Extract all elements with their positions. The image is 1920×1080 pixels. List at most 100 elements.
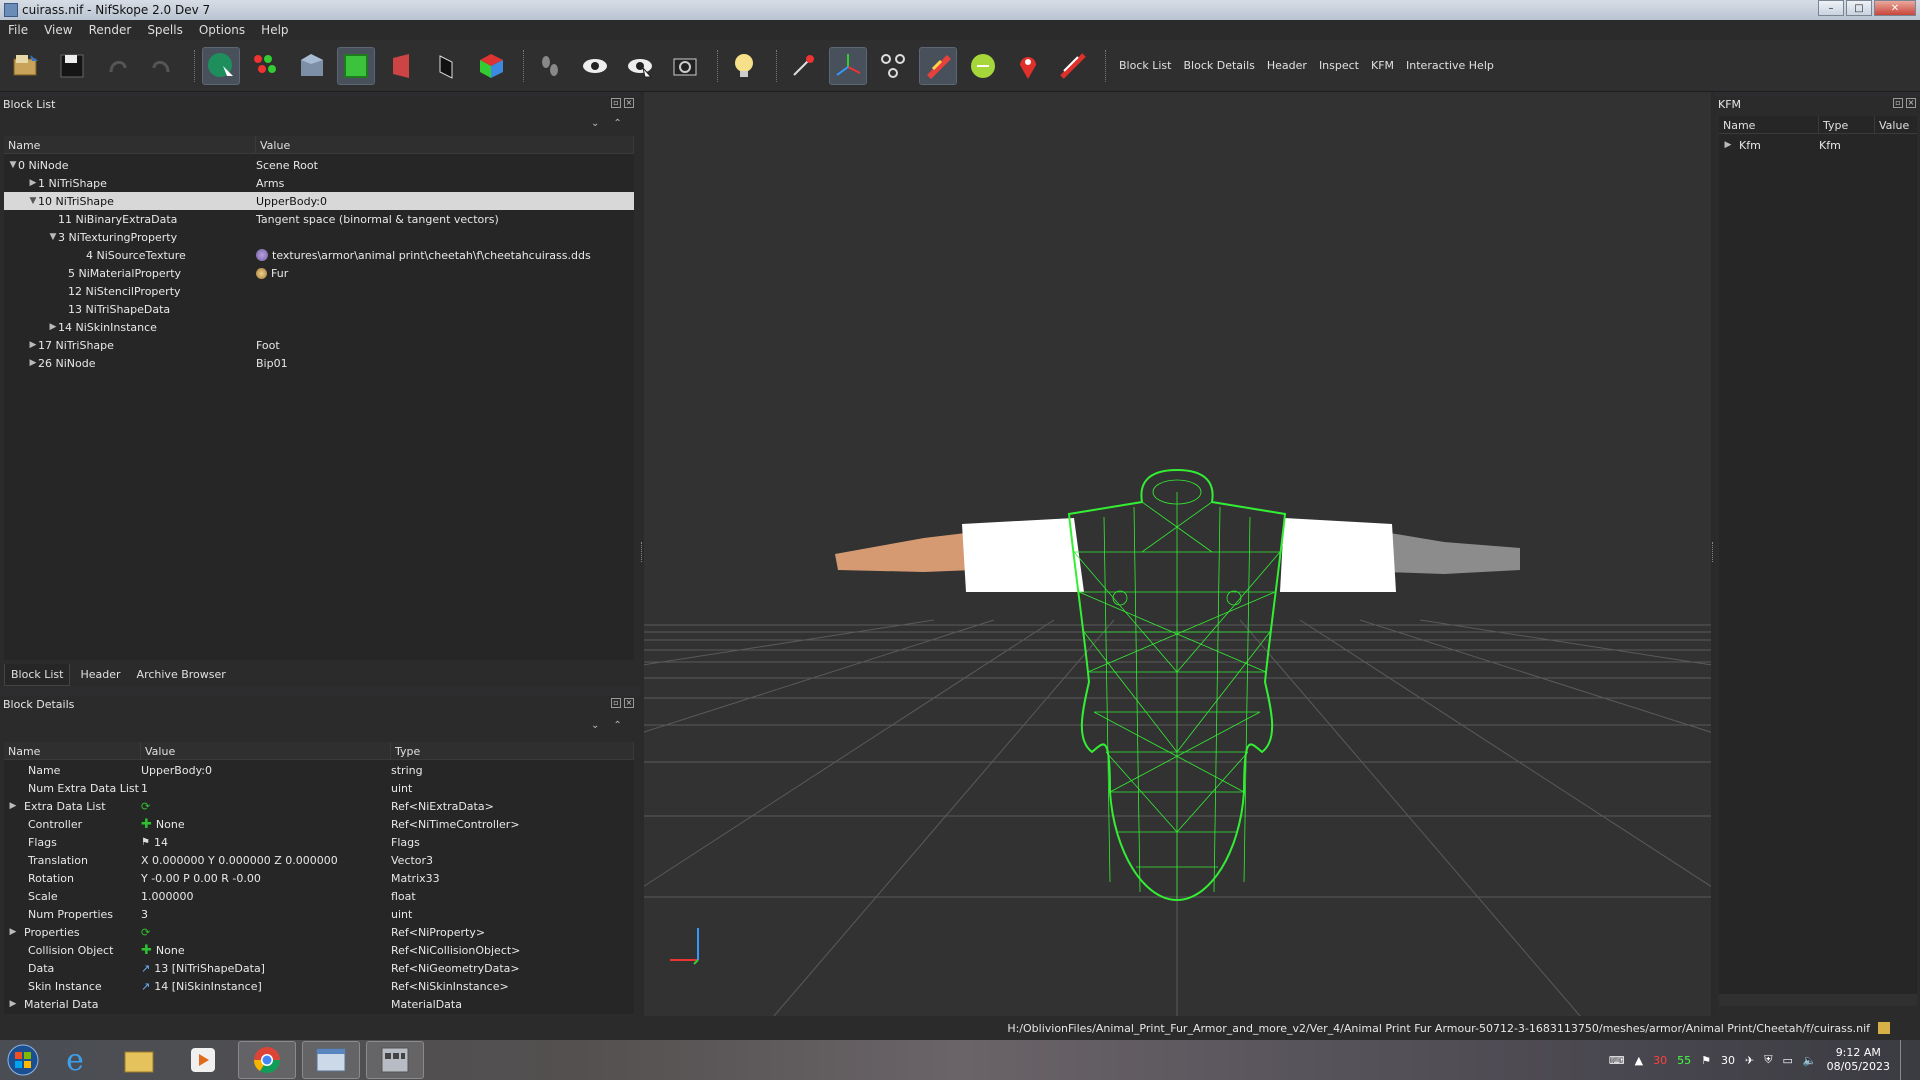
close-icon[interactable]: × <box>1906 98 1916 108</box>
constraints-icon[interactable] <box>919 46 957 85</box>
float-icon[interactable]: ▫ <box>1893 98 1903 108</box>
view-walk-icon[interactable] <box>427 47 465 85</box>
splitter-grip[interactable] <box>641 542 643 562</box>
column-value[interactable]: Value <box>256 136 634 154</box>
kfm-row[interactable]: ▶ Kfm Kfm <box>1719 136 1917 154</box>
expand-arrow-icon[interactable]: ▶ <box>8 801 18 811</box>
field-value[interactable]: Y -0.00 P 0.00 R -0.00 <box>141 872 261 885</box>
expand-arrow-icon[interactable]: ▶ <box>28 178 38 188</box>
column-name[interactable]: Name <box>4 136 256 154</box>
expand-arrow-icon[interactable]: ▶ <box>1723 140 1733 150</box>
detail-row[interactable]: ▶ Properties ⟳ Ref<NiProperty> <box>4 923 634 941</box>
column-type[interactable]: Type <box>1819 116 1875 134</box>
detail-row[interactable]: Data ↗ 13 [NiTriShapeData] Ref<NiGeometry… <box>4 959 634 977</box>
detail-row[interactable]: ▶ Material Data MaterialData <box>4 995 634 1013</box>
toolbar-kfm[interactable]: KFM <box>1365 59 1400 72</box>
expand-arrow-icon[interactable]: ▶ <box>8 927 18 937</box>
footprints-icon[interactable] <box>531 47 569 85</box>
toolbar-interactive-help[interactable]: Interactive Help <box>1400 59 1500 72</box>
detail-row[interactable]: Num Properties 3 uint <box>4 905 634 923</box>
expand-all-icon[interactable]: ⌃ <box>613 720 621 731</box>
collapse-all-icon[interactable]: ⌄ <box>591 720 599 731</box>
tree-row[interactable]: ▶ 1 NiTriShape Arms <box>4 174 634 192</box>
column-value[interactable]: Value <box>141 742 391 760</box>
field-value[interactable]: 3 <box>141 908 148 921</box>
expand-arrow-icon[interactable]: ▼ <box>8 160 18 170</box>
field-value[interactable]: 13 [NiTriShapeData] <box>154 962 265 975</box>
expand-arrow-icon[interactable]: ▼ <box>28 196 38 206</box>
select-vertex-icon[interactable] <box>247 47 285 85</box>
detail-row[interactable]: Num Extra Data List 1 uint <box>4 779 634 797</box>
column-type[interactable]: Type <box>391 742 634 760</box>
refresh-icon[interactable]: ⟳ <box>141 800 150 813</box>
nodes-icon[interactable] <box>784 47 822 85</box>
undo-icon[interactable] <box>98 47 136 85</box>
field-value[interactable]: X 0.000000 Y 0.000000 Z 0.000000 <box>141 854 338 867</box>
close-icon[interactable]: × <box>624 98 634 108</box>
detail-row[interactable]: Skin Instance ↗ 14 [NiSkinInstance] Ref<N… <box>4 977 634 995</box>
expand-arrow-icon[interactable]: ▼ <box>48 232 58 242</box>
app-window-icon[interactable] <box>302 1041 360 1079</box>
toolbar-block-details[interactable]: Block Details <box>1177 59 1260 72</box>
tree-row[interactable]: 5 NiMaterialProperty Fur <box>4 264 634 282</box>
refresh-icon[interactable]: ⟳ <box>141 926 150 939</box>
menu-file[interactable]: File <box>0 23 36 37</box>
detail-row[interactable]: Rotation Y -0.00 P 0.00 R -0.00 Matrix33 <box>4 869 634 887</box>
render-viewport[interactable] <box>644 92 1711 1016</box>
nifskope-icon[interactable] <box>366 1041 424 1079</box>
minimize-button[interactable]: – <box>1818 0 1844 16</box>
collapse-all-icon[interactable]: ⌄ <box>591 118 599 129</box>
detail-row[interactable]: Scale 1.000000 float <box>4 887 634 905</box>
folder-icon[interactable] <box>1878 1022 1890 1034</box>
tree-row[interactable]: 12 NiStencilProperty <box>4 282 634 300</box>
left-sleeve-mesh[interactable] <box>962 518 1084 592</box>
clock[interactable]: 9:12 AM 08/05/2023 <box>1827 1046 1890 1074</box>
tree-row[interactable]: ▼ 3 NiTexturingProperty <box>4 228 634 246</box>
menu-help[interactable]: Help <box>253 23 296 37</box>
maximize-button[interactable]: □ <box>1846 0 1872 16</box>
float-icon[interactable]: ▫ <box>611 98 621 108</box>
expand-arrow-icon[interactable]: ▶ <box>28 340 38 350</box>
link-icon[interactable]: ↗ <box>141 962 150 975</box>
field-value[interactable]: 1.000000 <box>141 890 194 903</box>
menu-spells[interactable]: Spells <box>139 23 191 37</box>
tree-row[interactable]: ▶ 17 NiTriShape Foot <box>4 336 634 354</box>
marker-icon[interactable] <box>1009 47 1047 85</box>
toolbar-inspect[interactable]: Inspect <box>1313 59 1365 72</box>
lighting-icon[interactable] <box>725 47 763 85</box>
skeleton-icon[interactable] <box>874 47 912 85</box>
tree-row[interactable]: ▼ 0 NiNode Scene Root <box>4 156 634 174</box>
detail-row[interactable]: Name UpperBody:0 string <box>4 761 634 779</box>
close-icon[interactable]: × <box>624 698 634 708</box>
tab-archive-browser[interactable]: Archive Browser <box>131 664 232 686</box>
upperbody-wireframe[interactable] <box>1067 468 1287 902</box>
field-value[interactable]: None <box>156 944 185 957</box>
flags-icon[interactable]: ⚑ <box>141 837 150 848</box>
field-value[interactable]: 14 [NiSkinInstance] <box>154 980 262 993</box>
expand-all-icon[interactable]: ⌃ <box>613 118 621 129</box>
add-icon[interactable]: ✚ <box>141 817 152 832</box>
detail-row[interactable]: ▶ Extra Data List ⟳ Ref<NiExtraData> <box>4 797 634 815</box>
left-arm-mesh[interactable] <box>835 532 974 572</box>
select-object-icon[interactable] <box>202 46 240 85</box>
tab-header[interactable]: Header <box>74 664 126 686</box>
expand-arrow-icon[interactable]: ▶ <box>48 322 58 332</box>
toolbar-block-list[interactable]: Block List <box>1113 59 1177 72</box>
right-arm-mesh[interactable] <box>1384 532 1520 574</box>
tab-block-list[interactable]: Block List <box>4 664 71 686</box>
field-value[interactable]: UpperBody:0 <box>141 764 212 777</box>
eye-select-icon[interactable] <box>621 47 659 85</box>
explorer-icon[interactable] <box>110 1041 168 1079</box>
close-button[interactable]: ✕ <box>1874 0 1916 16</box>
field-value[interactable]: None <box>156 818 185 831</box>
column-name[interactable]: Name <box>1719 116 1819 134</box>
tree-row-selected[interactable]: ▼ 10 NiTriShape UpperBody:0 <box>4 192 634 210</box>
tree-row[interactable]: 4 NiSourceTexture textures\armor\animal … <box>4 246 634 264</box>
cursor-icon[interactable]: ✈ <box>1745 1054 1754 1067</box>
shield-icon[interactable]: ⛨ <box>1764 1053 1772 1067</box>
field-value[interactable]: 14 <box>154 836 168 849</box>
tree-row[interactable]: ▶ 26 NiNode Bip01 <box>4 354 634 372</box>
start-button[interactable] <box>0 1040 46 1080</box>
tree-row[interactable]: ▶ 14 NiSkinInstance <box>4 318 634 336</box>
flag-icon[interactable]: ⚑ <box>1701 1054 1711 1067</box>
